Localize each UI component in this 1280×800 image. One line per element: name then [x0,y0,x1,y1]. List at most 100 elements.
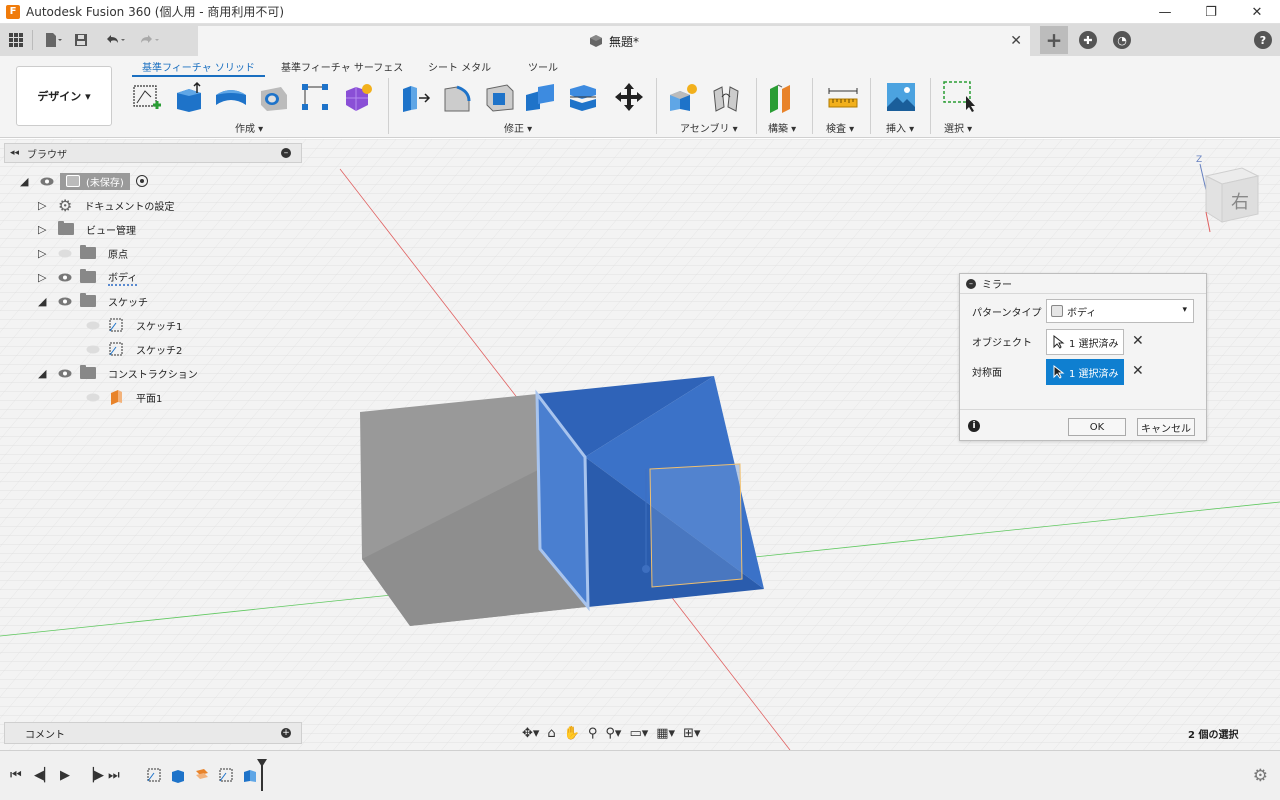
close-tab-button[interactable]: ✕ [1010,33,1022,49]
undo-icon[interactable] [103,28,127,52]
extensions-icon[interactable]: ✚ [1074,26,1102,54]
tab-sheet-metal[interactable]: シート メタル [428,59,491,74]
play-icon[interactable]: ▶ [60,768,70,783]
save-icon[interactable] [69,28,93,52]
timeline-sketch-icon[interactable] [146,767,162,783]
origin-point[interactable] [642,565,650,573]
go-to-end-icon[interactable]: ⏭ [108,768,120,783]
combine-icon[interactable] [524,80,558,114]
tree-item-sketch1[interactable]: スケッチ1 [78,314,182,336]
activate-radio-icon[interactable] [135,175,148,187]
visibility-eye-icon[interactable] [58,369,72,378]
zoom-icon[interactable]: ⚲ [588,726,598,741]
tree-item-construction[interactable]: ◢ コンストラクション [38,362,198,384]
tree-item-sketch2[interactable]: スケッチ2 [78,338,182,360]
pan-hand-icon[interactable]: ✋ [564,726,580,741]
group-label-create[interactable]: 作成 ▾ [235,120,263,135]
group-label-assemble[interactable]: アセンブリ ▾ [680,120,738,135]
view-cube[interactable]: Z 右 [1192,150,1262,234]
hidden-eye-icon[interactable] [58,249,72,258]
ok-button[interactable]: OK [1068,418,1126,436]
group-label-insert[interactable]: 挿入 ▾ [886,120,914,135]
file-menu-icon[interactable] [41,28,65,52]
extrude-icon[interactable] [172,80,206,114]
hole-icon[interactable] [256,80,290,114]
expand-triangle-icon[interactable]: ▷ [38,223,50,236]
fit-zoom-icon[interactable]: ⚲▾ [605,726,621,741]
close-window-button[interactable]: ✕ [1234,0,1280,24]
minimize-button[interactable]: — [1142,0,1188,24]
hidden-eye-icon[interactable] [86,393,100,402]
collapse-triangle-icon[interactable]: ◢ [38,367,50,380]
window-select-icon[interactable] [942,80,976,114]
objects-selection-button[interactable]: 1 選択済み [1046,329,1124,355]
tree-item-document-settings[interactable]: ▷ ⚙ ドキュメントの設定 [38,194,174,216]
add-comment-icon[interactable]: + [281,728,291,738]
timeline-plane-icon[interactable] [194,767,210,783]
expand-triangle-icon[interactable]: ▷ [38,199,50,212]
grid-settings-icon[interactable]: ▦▾ [656,726,675,741]
tab-tools[interactable]: ツール [528,59,558,74]
shell-icon[interactable] [482,80,516,114]
data-panel-grid-icon[interactable] [4,28,28,52]
hidden-eye-icon[interactable] [86,345,100,354]
viewports-icon[interactable]: ⊞▾ [683,726,700,741]
press-pull-icon[interactable] [398,80,432,114]
tree-item-sketches[interactable]: ◢ スケッチ [38,290,148,312]
collapse-triangle-icon[interactable]: ◢ [38,295,50,308]
workspace-switcher[interactable]: デザイン ▾ [16,66,112,126]
clear-mirror-plane-icon[interactable]: ✕ [1132,363,1144,379]
group-label-inspect[interactable]: 検査 ▾ [826,120,854,135]
visibility-eye-icon[interactable] [58,273,72,282]
measure-icon[interactable] [826,80,860,114]
expand-triangle-icon[interactable]: ▷ [38,271,50,284]
tab-solid[interactable]: 基準フィーチャ ソリッド [132,59,265,77]
joint-icon[interactable] [710,80,744,114]
job-status-clock-icon[interactable]: ◔ [1108,26,1136,54]
timeline-marker-handle[interactable] [257,759,267,767]
visibility-eye-icon[interactable] [40,177,54,186]
hidden-eye-icon[interactable] [86,321,100,330]
mirror-plane-preview[interactable] [649,463,743,588]
tree-item-bodies[interactable]: ▷ ボディ [38,266,138,288]
tree-item-plane1[interactable]: 平面1 [78,386,162,408]
offset-plane-icon[interactable] [766,80,800,114]
move-copy-icon[interactable] [612,80,646,114]
redo-icon[interactable] [137,28,161,52]
group-label-construct[interactable]: 構築 ▾ [768,120,796,135]
timeline-sketch-icon[interactable] [218,767,234,783]
look-at-icon[interactable]: ⌂ [547,726,555,741]
display-settings-icon[interactable]: ▭▾ [629,726,648,741]
expand-triangle-icon[interactable]: ▷ [38,247,50,260]
minimize-browser-icon[interactable]: – [281,148,291,158]
browser-panel-header[interactable]: ◂◂ ブラウザ – [4,143,302,163]
cancel-button[interactable]: キャンセル [1137,418,1195,436]
create-sketch-icon[interactable] [130,80,164,114]
visibility-eye-icon[interactable] [58,297,72,306]
rectangular-pattern-icon[interactable] [298,80,332,114]
fillet-icon[interactable] [440,80,474,114]
new-component-icon[interactable] [666,80,700,114]
document-tab[interactable]: 無題* ✕ [198,26,1030,56]
mirror-plane-selection-button[interactable]: 1 選択済み [1046,359,1124,385]
3d-viewport[interactable] [0,139,1280,750]
insert-canvas-icon[interactable] [884,80,918,114]
collapse-browser-icon[interactable]: ◂◂ [10,148,19,158]
go-to-start-icon[interactable]: ⏮ [10,768,22,783]
step-back-icon[interactable]: ◀▏ [34,768,54,783]
orbit-icon[interactable]: ✥▾ [522,726,539,741]
collapse-dialog-icon[interactable]: – [966,278,976,289]
pattern-type-select[interactable]: ボディ ▾ [1046,299,1194,323]
comments-panel[interactable]: コメント + [4,722,302,744]
split-body-icon[interactable] [566,80,600,114]
new-tab-button[interactable]: + [1040,26,1068,54]
step-forward-icon[interactable]: ▕▶ [84,768,104,783]
timeline-settings-gear-icon[interactable]: ⚙ [1253,766,1268,786]
timeline-extrude-icon[interactable] [170,767,186,783]
create-form-icon[interactable] [340,80,374,114]
maximize-button[interactable]: ❐ [1188,0,1234,24]
revolve-icon[interactable] [214,80,248,114]
clear-objects-icon[interactable]: ✕ [1132,333,1144,349]
tree-item-origin[interactable]: ▷ 原点 [38,242,128,264]
group-label-modify[interactable]: 修正 ▾ [504,120,532,135]
